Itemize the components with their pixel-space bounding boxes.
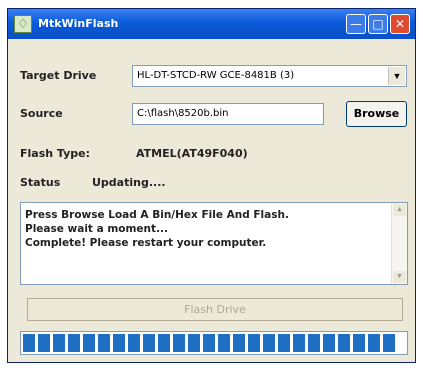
progress-segment (203, 334, 215, 352)
source-label: Source (20, 107, 63, 120)
log-line: Press Browse Load A Bin/Hex File And Fla… (25, 209, 289, 221)
progress-segment (23, 334, 35, 352)
flash-window: ♢ MtkWinFlash — □ ✕ Target Drive HL-DT-S… (7, 8, 416, 363)
minimize-button[interactable]: — (346, 14, 366, 34)
progress-segment (173, 334, 185, 352)
maximize-button[interactable]: □ (368, 14, 388, 34)
progress-segment (98, 334, 110, 352)
status-value: Updating.... (92, 176, 166, 189)
progress-segment (248, 334, 260, 352)
target-drive-dropdown[interactable]: HL-DT-STCD-RW GCE-8481B (3) ▼ (132, 65, 407, 87)
progress-segment (308, 334, 320, 352)
log-line: Complete! Please restart your computer. (25, 237, 267, 249)
log-textarea[interactable]: Press Browse Load A Bin/Hex File And Fla… (20, 202, 408, 285)
progress-segment (368, 334, 380, 352)
target-drive-value: HL-DT-STCD-RW GCE-8481B (3) (137, 70, 295, 81)
status-label: Status (20, 176, 61, 189)
close-button[interactable]: ✕ (390, 14, 410, 34)
progress-segment (293, 334, 305, 352)
flash-drive-button[interactable]: Flash Drive (27, 298, 403, 321)
progress-segment (323, 334, 335, 352)
app-flash-icon: ♢ (14, 15, 32, 33)
window-title: MtkWinFlash (38, 17, 119, 30)
progress-segment (68, 334, 80, 352)
progress-segment (353, 334, 365, 352)
progress-segment (143, 334, 155, 352)
progress-segment (338, 334, 350, 352)
log-line: Please wait a moment... (25, 223, 169, 235)
source-value: C:\flash\8520b.bin (137, 108, 229, 119)
progress-segment (38, 334, 50, 352)
progress-segment (158, 334, 170, 352)
scroll-down-icon[interactable]: ▼ (393, 271, 406, 283)
title-bar[interactable]: ♢ MtkWinFlash — □ ✕ (8, 9, 415, 39)
scroll-up-icon[interactable]: ▲ (393, 204, 406, 216)
flash-type-label: Flash Type: (20, 147, 91, 160)
chevron-down-icon[interactable]: ▼ (388, 67, 405, 85)
flash-type-value: ATMEL(AT49F040) (136, 147, 248, 160)
progress-bar (20, 331, 408, 355)
progress-segment (113, 334, 125, 352)
progress-segment (263, 334, 275, 352)
progress-segment (53, 334, 65, 352)
browse-button[interactable]: Browse (346, 101, 407, 127)
source-field[interactable]: C:\flash\8520b.bin (132, 103, 324, 125)
log-scrollbar[interactable]: ▲ ▼ (391, 203, 407, 284)
target-drive-label: Target Drive (20, 69, 97, 82)
progress-segment (218, 334, 230, 352)
progress-segment (188, 334, 200, 352)
progress-segment (278, 334, 290, 352)
progress-segment (383, 334, 395, 352)
progress-segment (128, 334, 140, 352)
progress-segment (83, 334, 95, 352)
progress-segment (233, 334, 245, 352)
